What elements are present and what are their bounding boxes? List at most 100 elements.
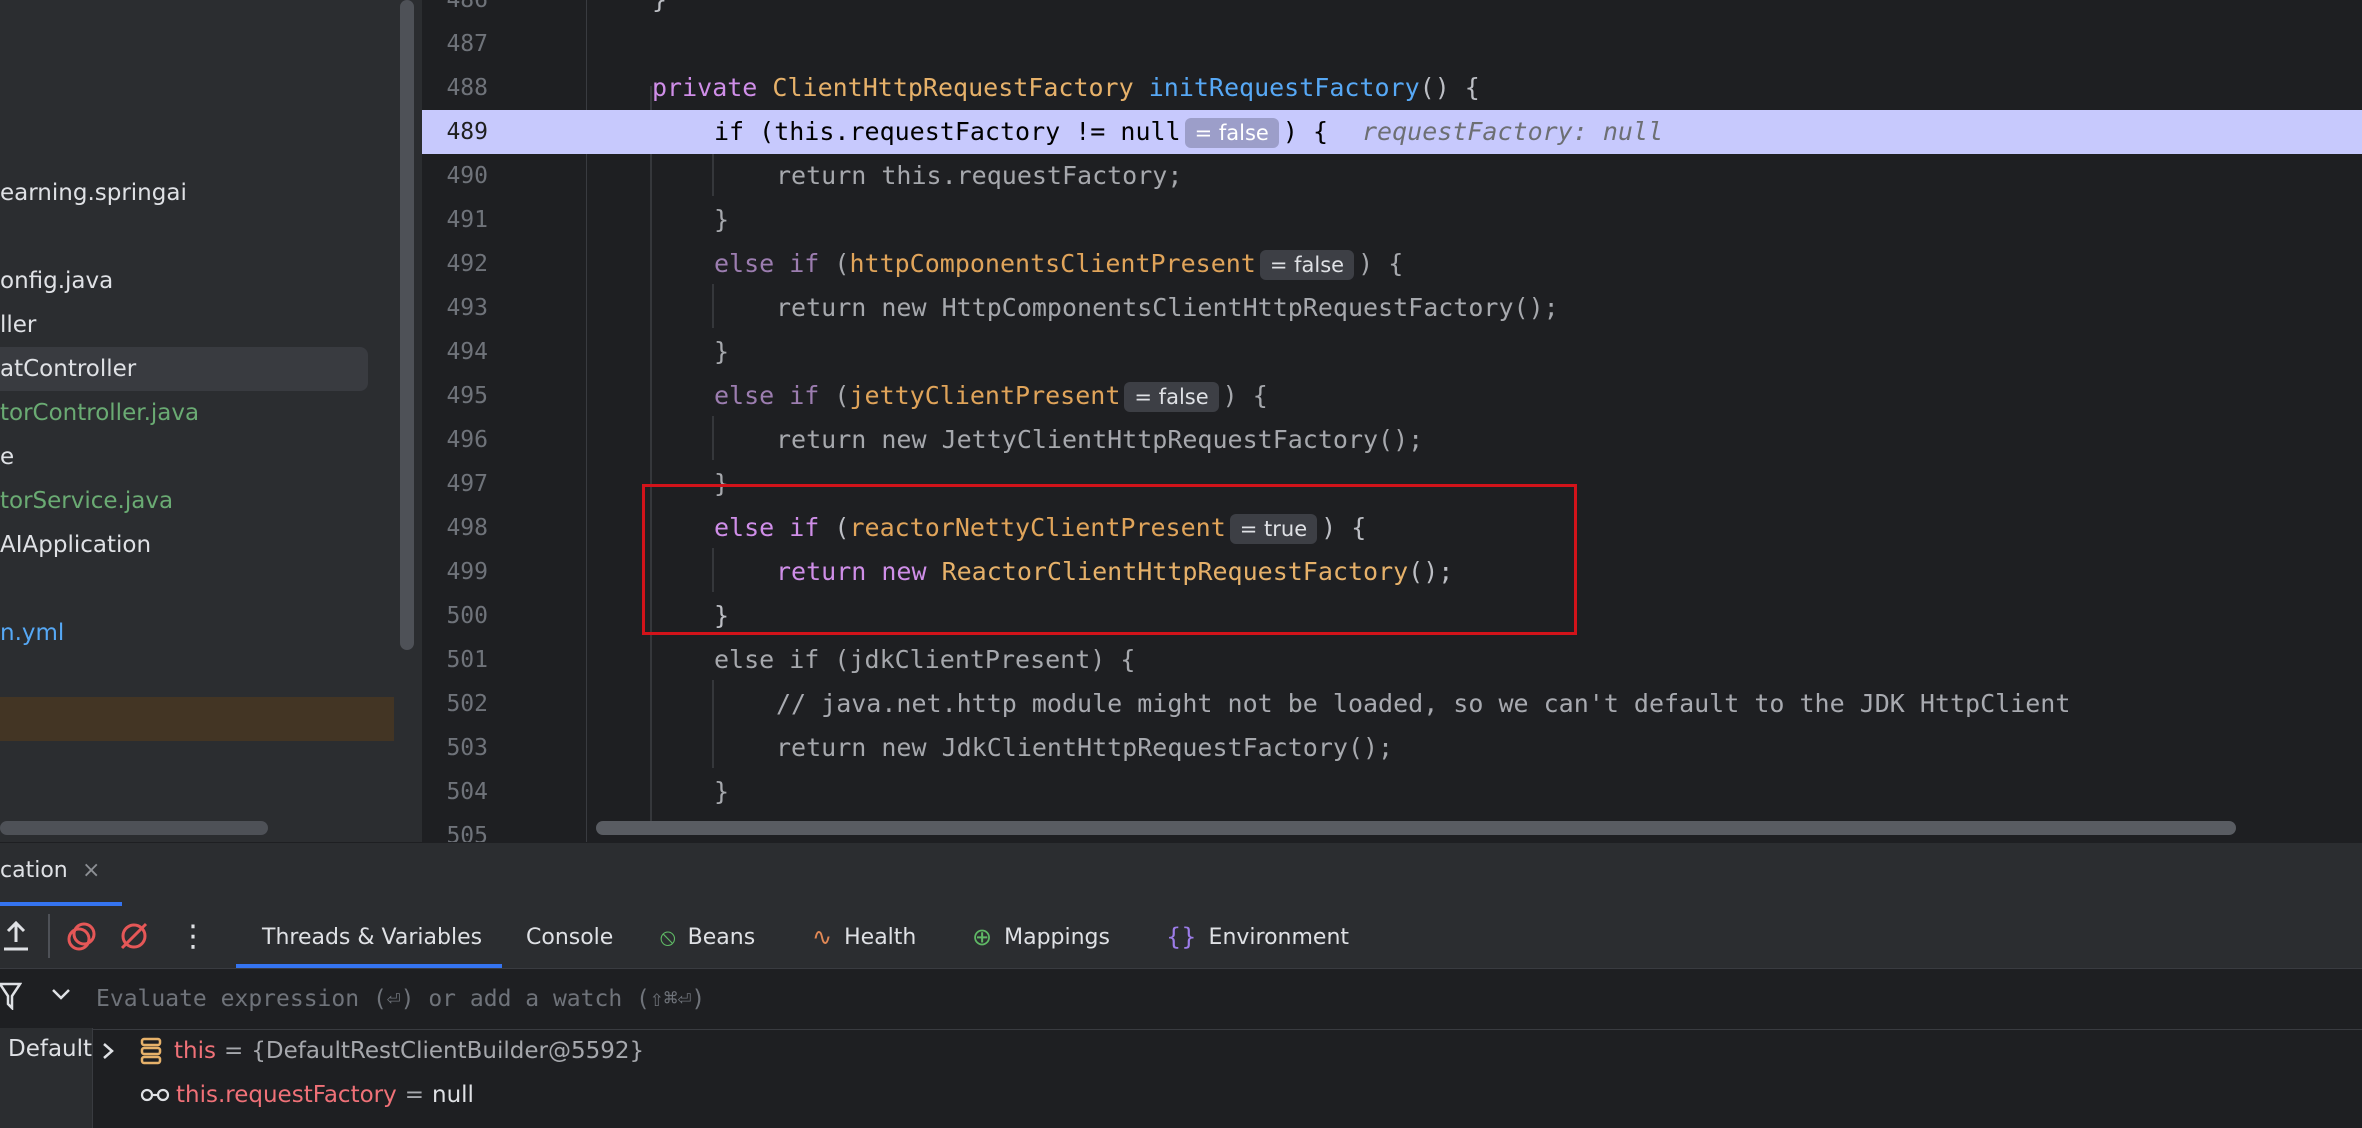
disable-breakpoints-icon[interactable] (118, 920, 150, 960)
tree-item-label: n.yml (0, 620, 65, 646)
code-line-494[interactable]: 494 } (422, 330, 2362, 374)
tree-item-label: torController.java (0, 400, 200, 426)
variable-name: this.requestFactory (176, 1082, 397, 1108)
more-icon[interactable]: ⋮ (178, 920, 208, 954)
line-number: 492 (446, 251, 488, 277)
line-number: 498 (446, 515, 488, 541)
tree-item-label: e (0, 444, 15, 470)
code-text: ) { (1282, 117, 1328, 146)
code-line-491[interactable]: 491 } (422, 198, 2362, 242)
code-line-492[interactable]: 492 else if (httpComponentsClientPresent… (422, 242, 2362, 286)
mappings-icon: ⊕ (972, 923, 993, 951)
code-editor[interactable]: 486 } 487 488 private ClientHttpRequestF… (422, 0, 2362, 842)
tree-item-label: torService.java (0, 488, 174, 514)
tab-mappings[interactable]: ⊕ Mappings (972, 906, 1110, 968)
toolbar-separator (48, 914, 50, 958)
variable-equals: = (223, 1038, 244, 1064)
evaluate-expression-input[interactable] (94, 978, 1598, 1020)
variable-equals: = (404, 1082, 425, 1108)
code-text: return this.requestFactory; (776, 161, 1183, 190)
tree-item-package[interactable]: earning.springai (0, 171, 187, 215)
code-line-489-current[interactable]: 489 if (this.requestFactory != null = fal… (422, 110, 2362, 154)
annotation-highlight-box (642, 484, 1577, 635)
filter-icon[interactable] (0, 980, 23, 1014)
code-text: if (this. (714, 117, 850, 146)
editor-horizontal-scrollbar[interactable] (596, 821, 2236, 835)
line-number: 490 (446, 163, 488, 189)
tree-item-reactor-controller[interactable]: torController.java (0, 391, 199, 435)
tree-item-label: earning.springai (0, 180, 187, 206)
environment-icon: {} (1166, 923, 1197, 951)
keyword: else if (714, 249, 820, 278)
variable-value: {DefaultRestClientBuilder@5592} (251, 1038, 645, 1064)
code-text: return new HttpComponentsClientHttpReque… (776, 293, 1559, 322)
chevron-down-icon[interactable] (50, 986, 72, 1006)
frame-item[interactable]: Default (8, 1036, 92, 1062)
tree-item-chat-controller[interactable]: atController (0, 347, 368, 391)
close-icon[interactable]: × (82, 858, 100, 883)
code-line-496[interactable]: 496 return new JettyClientHttpRequestFac… (422, 418, 2362, 462)
tab-label: Mappings (1004, 924, 1110, 950)
return-type: ClientHttpRequestFactory (772, 73, 1134, 102)
inline-value-badge: = false (1184, 118, 1279, 148)
tree-item-controller-package[interactable]: ller (0, 303, 36, 347)
field-name: jettyClientPresent (849, 381, 1121, 410)
line-number: 505 (446, 823, 488, 842)
tree-item-application-yml[interactable]: n.yml (0, 611, 64, 655)
code-text: != null (1060, 117, 1181, 146)
tab-health[interactable]: ∿ Health (812, 906, 916, 968)
variable-row-request-factory[interactable]: this.requestFactory = null (100, 1073, 474, 1117)
code-line-487[interactable]: 487 (422, 22, 2362, 66)
tab-label: Environment (1208, 924, 1350, 950)
tree-item-service-package[interactable]: e (0, 435, 14, 479)
line-number: 496 (446, 427, 488, 453)
code-line-490[interactable]: 490 return this.requestFactory; (422, 154, 2362, 198)
line-number: 502 (446, 691, 488, 717)
field-name: httpComponentsClientPresent (849, 249, 1256, 278)
tree-item-config-file[interactable]: onfig.java (0, 259, 113, 303)
tree-item-highlighted[interactable] (0, 697, 394, 741)
code-line-501[interactable]: 501 else if (jdkClientPresent) { (422, 638, 2362, 682)
inline-debug-hint: requestFactory: null (1362, 117, 1664, 146)
line-number: 489 (446, 119, 488, 145)
tree-item-label: onfig.java (0, 268, 114, 294)
code-text: ) { (1222, 381, 1268, 410)
variable-name: this (174, 1038, 216, 1064)
tab-console[interactable]: Console (526, 906, 613, 968)
tab-threads-variables[interactable]: Threads & Variables (262, 906, 482, 968)
tab-label: Console (526, 924, 614, 950)
chevron-right-icon[interactable] (100, 1041, 116, 1061)
tree-item-reactor-service[interactable]: torService.java (0, 479, 173, 523)
code-text: ( (819, 249, 850, 278)
code-line-503[interactable]: 503 return new JdkClientHttpRequestFacto… (422, 726, 2362, 770)
line-number: 487 (446, 31, 488, 57)
tree-horizontal-scrollbar[interactable] (0, 821, 268, 835)
debug-header-bar (0, 842, 2362, 907)
watch-glasses-icon (140, 1087, 170, 1103)
health-icon: ∿ (812, 923, 833, 951)
tab-beans[interactable]: ⦸ Beans (660, 906, 755, 968)
code-line-504[interactable]: 504 } (422, 770, 2362, 814)
export-icon[interactable] (2, 920, 30, 960)
tree-item-label: AIApplication (0, 532, 152, 558)
mute-breakpoints-icon[interactable] (66, 920, 98, 960)
project-tree-panel: earning.springai onfig.java ller atContr… (0, 0, 422, 842)
line-number: 499 (446, 559, 488, 585)
tree-vertical-scrollbar[interactable] (400, 0, 414, 650)
code-line-488[interactable]: 488 private ClientHttpRequestFactory ini… (422, 66, 2362, 110)
run-config-tab[interactable]: cation (0, 858, 68, 883)
tree-item-application[interactable]: AIApplication (0, 523, 151, 567)
code-line-502[interactable]: 502 // java.net.http module might not be… (422, 682, 2362, 726)
tab-environment[interactable]: {} Environment (1166, 906, 1349, 968)
line-number: 493 (446, 295, 488, 321)
variable-row-this[interactable]: this = {DefaultRestClientBuilder@5592} (100, 1029, 644, 1073)
code-text: ) { (1358, 249, 1404, 278)
code-text: return new JdkClientHttpRequestFactory()… (776, 733, 1394, 762)
tab-label: Threads & Variables (262, 924, 483, 950)
code-text: return new JettyClientHttpRequestFactory… (776, 425, 1424, 454)
code-line-495[interactable]: 495 else if (jettyClientPresent = false) … (422, 374, 2362, 418)
tree-item-label: atController (0, 356, 137, 382)
code-comment: // java.net.http module might not be loa… (776, 689, 2071, 718)
code-line-486[interactable]: 486 } (422, 0, 2362, 22)
code-line-493[interactable]: 493 return new HttpComponentsClientHttpR… (422, 286, 2362, 330)
